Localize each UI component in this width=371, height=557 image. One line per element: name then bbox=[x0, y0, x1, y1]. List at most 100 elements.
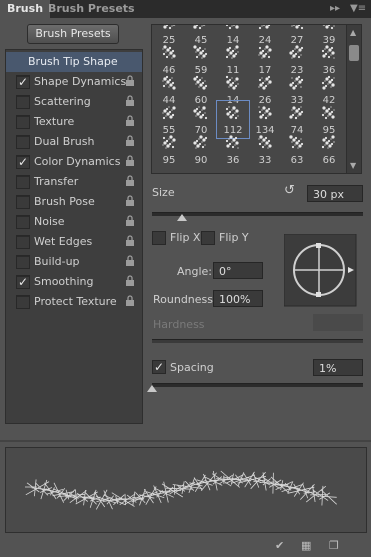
lock-icon[interactable] bbox=[125, 135, 135, 147]
scroll-thumb[interactable] bbox=[349, 45, 359, 61]
brush-tip-icon bbox=[321, 25, 337, 31]
flip-y-label: Flip Y bbox=[219, 231, 249, 244]
brush-tip-icon bbox=[257, 75, 273, 91]
angle-roundness-widget[interactable] bbox=[284, 234, 358, 308]
option-checkbox[interactable] bbox=[16, 175, 30, 189]
brush-tip-cell[interactable]: 90 bbox=[185, 131, 217, 168]
brush-tip-cell[interactable]: 66 bbox=[313, 131, 345, 168]
option-checkbox[interactable] bbox=[16, 135, 30, 149]
angle-field[interactable]: 0° bbox=[213, 262, 263, 279]
option-label: Shape Dynamics bbox=[34, 75, 127, 88]
size-field[interactable]: 30 px bbox=[307, 185, 363, 202]
brush-tip-grid: 25 45 14 24 27 39 46 59 11 17 23 36 44 60 14 26 33 42 55 70… bbox=[151, 24, 348, 174]
option-transfer[interactable]: Transfer bbox=[6, 172, 142, 192]
hardness-field bbox=[313, 314, 363, 331]
lock-icon[interactable] bbox=[125, 195, 135, 207]
option-checkbox[interactable]: ✓ bbox=[16, 275, 30, 289]
scroll-down-icon[interactable]: ▼ bbox=[350, 161, 356, 170]
spacing-checkbox[interactable]: ✓ bbox=[152, 360, 166, 374]
spacing-field[interactable]: 1% bbox=[313, 359, 363, 376]
option-checkbox[interactable] bbox=[16, 115, 30, 129]
brush-tip-icon bbox=[161, 25, 177, 31]
hardness-slider bbox=[152, 339, 363, 343]
option-texture[interactable]: Texture bbox=[6, 112, 142, 132]
panel-menu-icon[interactable]: ▼≡ bbox=[350, 1, 366, 17]
option-label: Color Dynamics bbox=[34, 155, 121, 168]
brush-tip-icon bbox=[289, 75, 305, 91]
size-label: Size bbox=[152, 186, 175, 199]
flip-x-label: Flip X bbox=[170, 231, 201, 244]
brush-tip-icon bbox=[193, 135, 209, 151]
option-checkbox[interactable]: ✓ bbox=[16, 155, 30, 169]
option-checkbox[interactable]: ✓ bbox=[16, 75, 30, 89]
lock-icon[interactable] bbox=[125, 255, 135, 267]
flip-x-checkbox[interactable] bbox=[152, 231, 166, 245]
brush-tip-size: 90 bbox=[194, 155, 208, 166]
option-checkbox[interactable] bbox=[16, 255, 30, 269]
grid-scrollbar[interactable]: ▲ ▼ bbox=[346, 24, 362, 174]
option-label: Texture bbox=[34, 115, 75, 128]
option-checkbox[interactable] bbox=[16, 95, 30, 109]
tab-bar: Brush Brush Presets ▸▸ ▼≡ bbox=[0, 0, 371, 18]
brush-tip-icon bbox=[257, 105, 273, 121]
grid-view-icon[interactable]: ▦ bbox=[301, 539, 315, 553]
stroke-preview bbox=[5, 447, 367, 533]
size-slider-knob[interactable] bbox=[177, 214, 187, 221]
lock-icon[interactable] bbox=[125, 235, 135, 247]
lock-icon[interactable] bbox=[125, 175, 135, 187]
brush-tip-icon bbox=[321, 105, 337, 121]
brush-tip-icon bbox=[193, 75, 209, 91]
scroll-up-icon[interactable]: ▲ bbox=[350, 28, 356, 37]
divider bbox=[0, 440, 371, 442]
option-build-up[interactable]: Build-up bbox=[6, 252, 142, 272]
option-scattering[interactable]: Scattering bbox=[6, 92, 142, 112]
tab-brush-presets[interactable]: Brush Presets bbox=[41, 0, 142, 18]
option-checkbox[interactable] bbox=[16, 195, 30, 209]
lock-icon[interactable] bbox=[125, 95, 135, 107]
option-dual-brush[interactable]: Dual Brush bbox=[6, 132, 142, 152]
spacing-label: Spacing bbox=[170, 361, 214, 374]
option-color-dynamics[interactable]: ✓ Color Dynamics bbox=[6, 152, 142, 172]
spacing-slider[interactable] bbox=[152, 383, 363, 387]
roundness-field[interactable]: 100% bbox=[213, 290, 263, 307]
brush-tip-cell[interactable]: 63 bbox=[281, 131, 313, 168]
lock-icon[interactable] bbox=[125, 75, 135, 87]
brush-tip-size: 63 bbox=[290, 155, 304, 166]
brush-tip-size: 36 bbox=[226, 155, 240, 166]
brush-tip-cell[interactable]: 95 bbox=[153, 131, 185, 168]
brush-tip-icon bbox=[289, 25, 305, 31]
new-brush-icon[interactable]: ❐ bbox=[329, 539, 343, 553]
lock-icon[interactable] bbox=[125, 275, 135, 287]
lock-icon[interactable] bbox=[125, 215, 135, 227]
double-chevron-icon[interactable]: ▸▸ bbox=[330, 1, 340, 17]
option-label: Wet Edges bbox=[34, 235, 93, 248]
option-brush-tip-shape[interactable]: Brush Tip Shape bbox=[6, 52, 142, 72]
option-label: Noise bbox=[34, 215, 65, 228]
brush-tip-cell[interactable]: 33 bbox=[249, 131, 281, 168]
option-smoothing[interactable]: ✓ Smoothing bbox=[6, 272, 142, 292]
brush-tip-cell[interactable]: 36 bbox=[217, 131, 249, 168]
brush-tip-icon bbox=[161, 45, 177, 61]
lock-icon[interactable] bbox=[125, 115, 135, 127]
reset-size-icon[interactable]: ↺ bbox=[284, 184, 298, 198]
option-label: Scattering bbox=[34, 95, 91, 108]
option-checkbox[interactable] bbox=[16, 295, 30, 309]
option-checkbox[interactable] bbox=[16, 235, 30, 249]
toggle-live-tip-icon[interactable]: ✔ bbox=[275, 539, 289, 553]
brush-tip-icon bbox=[289, 135, 305, 151]
option-wet-edges[interactable]: Wet Edges bbox=[6, 232, 142, 252]
hardness-label: Hardness bbox=[153, 318, 205, 331]
brush-tip-icon bbox=[193, 105, 209, 121]
option-protect-texture[interactable]: Protect Texture bbox=[6, 292, 142, 312]
lock-icon[interactable] bbox=[125, 155, 135, 167]
option-shape-dynamics[interactable]: ✓ Shape Dynamics bbox=[6, 72, 142, 92]
lock-icon[interactable] bbox=[125, 295, 135, 307]
flip-y-checkbox[interactable] bbox=[201, 231, 215, 245]
brush-presets-button[interactable]: Brush Presets bbox=[27, 24, 119, 44]
option-brush-pose[interactable]: Brush Pose bbox=[6, 192, 142, 212]
spacing-slider-knob[interactable] bbox=[147, 385, 157, 392]
brush-tip-icon bbox=[225, 75, 241, 91]
option-noise[interactable]: Noise bbox=[6, 212, 142, 232]
option-checkbox[interactable] bbox=[16, 215, 30, 229]
brush-tip-size: 66 bbox=[322, 155, 336, 166]
